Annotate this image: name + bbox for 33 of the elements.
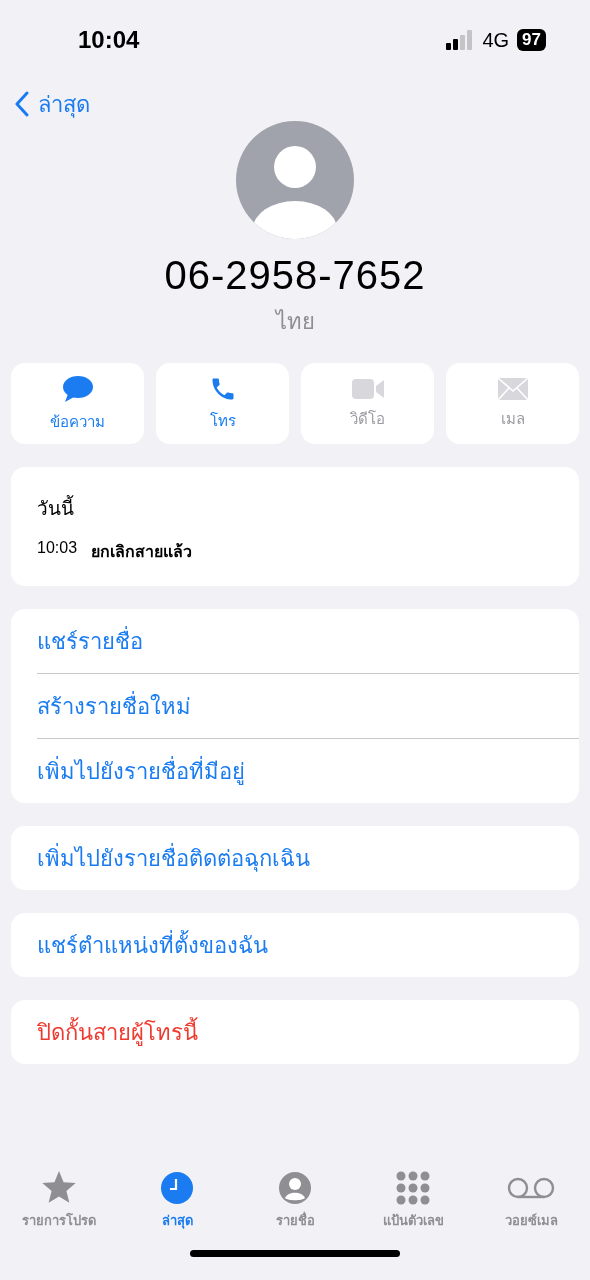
keypad-icon (396, 1171, 430, 1205)
envelope-icon (496, 376, 529, 401)
speech-bubble-icon (61, 373, 94, 404)
call-status: ยกเลิกสายแล้ว (91, 542, 193, 562)
menu-item[interactable]: แชร์ตำแหน่งที่ตั้งของฉัน (37, 913, 579, 977)
menu-item[interactable]: ปิดกั้นสายผู้โทรนี้ (37, 1000, 579, 1064)
person-circle-icon (278, 1171, 312, 1205)
call-button[interactable]: โทร (156, 363, 289, 444)
tab-item[interactable]: รายชื่อ (236, 1170, 354, 1250)
tab-item[interactable]: รายการโปรด (0, 1170, 118, 1250)
star-icon (41, 1171, 77, 1205)
menu-item[interactable]: แชร์รายชื่อ (37, 609, 579, 673)
avatar-icon (236, 121, 354, 239)
voicemail-icon (507, 1176, 555, 1200)
history-date: วันนี้ (37, 493, 553, 523)
phone-number: 06-2958-7652 (164, 253, 426, 298)
video-camera-icon (350, 376, 385, 401)
battery-level: 97 (517, 29, 546, 51)
tab-item[interactable]: วอยซ์เมล (472, 1170, 590, 1250)
menu-item[interactable]: เพิ่มไปยังรายชื่อติดต่อฉุกเฉิน (37, 826, 579, 890)
menu-item[interactable]: สร้างรายชื่อใหม่ (37, 673, 579, 738)
chevron-left-icon (14, 91, 30, 117)
back-link[interactable]: ล่าสุด (14, 86, 90, 122)
tab-item[interactable]: ล่าสุด (118, 1170, 236, 1250)
status-time: 10:04 (78, 26, 140, 54)
call-time: 10:03 (37, 539, 78, 558)
tab-item[interactable]: แป้นตัวเลข (354, 1170, 472, 1250)
menu-item[interactable]: เพิ่มไปยังรายชื่อที่มีอยู่ (37, 738, 579, 803)
clock-icon (160, 1171, 194, 1205)
number-region: ไทย (275, 308, 315, 336)
network-type: 4G (482, 28, 510, 52)
signal-icon (446, 30, 475, 50)
message-button[interactable]: ข้อความ (11, 363, 144, 444)
